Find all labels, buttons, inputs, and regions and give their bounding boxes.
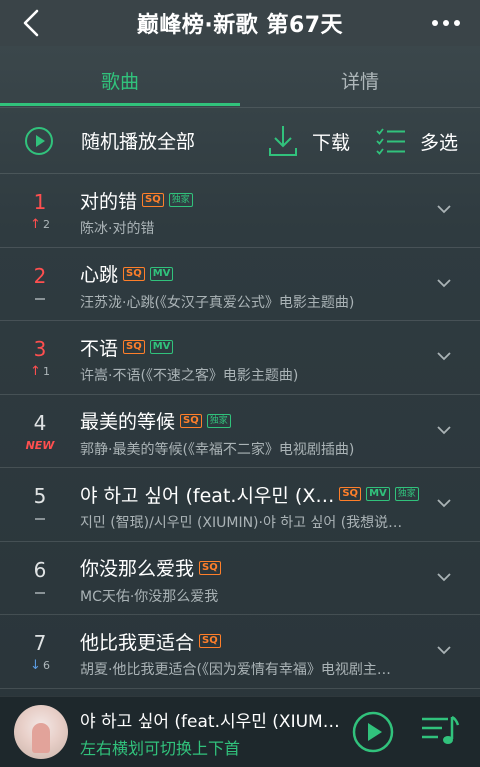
arrow-up-icon: ↑ bbox=[30, 217, 41, 232]
song-row[interactable]: 4 NEW 最美的等候 SQ 独家 郭静·最美的等候(《幸福不二家》电视剧插曲) bbox=[0, 395, 480, 468]
song-subtitle: 胡夏·他比我更适合(《因为爱情有幸福》电视剧主… bbox=[80, 662, 391, 678]
download-label: 下载 bbox=[312, 131, 351, 154]
song-rank: 1 bbox=[33, 190, 47, 214]
song-list: 1 ↑ 2 对的错 SQ 独家 陈冰·对的错 2 心跳 SQ MV 汪苏泷·心跳(… bbox=[0, 174, 480, 689]
song-title: 他比我更适合 bbox=[80, 631, 195, 654]
chevron-down-icon[interactable] bbox=[436, 495, 452, 511]
download-button[interactable]: 下载 bbox=[268, 121, 350, 161]
album-cover[interactable] bbox=[14, 705, 68, 759]
chevron-down-icon[interactable] bbox=[436, 642, 452, 658]
chevron-down-icon[interactable] bbox=[436, 201, 452, 217]
song-rank: 4 bbox=[33, 410, 47, 435]
mv-badge[interactable]: MV bbox=[366, 487, 390, 501]
top-bar: 巅峰榜·新歌 第67天 bbox=[0, 0, 480, 46]
song-rank: 7 bbox=[33, 631, 47, 655]
song-rank: 6 bbox=[33, 557, 47, 582]
song-subtitle: 陈冰·对的错 bbox=[80, 221, 155, 237]
sq-badge: SQ bbox=[180, 413, 202, 428]
playlist-icon[interactable] bbox=[420, 713, 460, 749]
exclusive-badge: 独家 bbox=[168, 193, 193, 207]
rank-trend bbox=[16, 291, 64, 307]
mini-player[interactable]: 야 하고 싶어 (feat.시우민 (XIUMIN)) 左右横划可切换上下首 bbox=[0, 696, 480, 767]
sq-badge: SQ bbox=[142, 193, 164, 207]
sq-badge: SQ bbox=[199, 634, 221, 648]
play-circle-icon bbox=[25, 126, 53, 155]
swipe-hint: 左右横划可切换上下首 bbox=[80, 739, 241, 758]
song-rank: 2 bbox=[33, 263, 47, 288]
tab-songs[interactable]: 歌曲 bbox=[0, 52, 240, 108]
song-subtitle: MC天佑·你没那么爱我 bbox=[80, 588, 219, 605]
song-row[interactable]: 7 ↓ 6 他比我更适合 SQ 胡夏·他比我更适合(《因为爱情有幸福》电视剧主… bbox=[0, 615, 480, 689]
page-title: 巅峰榜·新歌 第67天 bbox=[136, 13, 344, 38]
back-button[interactable] bbox=[16, 6, 46, 40]
more-dots-icon bbox=[432, 20, 460, 26]
song-rank: 5 bbox=[33, 484, 47, 508]
song-subtitle: 汪苏泷·心跳(《女汉子真爱公式》电影主题曲) bbox=[80, 294, 355, 311]
song-title: 最美的等候 bbox=[80, 411, 176, 433]
rank-trend: NEW bbox=[16, 438, 64, 454]
more-button[interactable] bbox=[430, 8, 462, 38]
play-all-label: 随机播放全部 bbox=[81, 131, 196, 153]
multi-select-button[interactable]: 多选 bbox=[376, 121, 458, 161]
song-title-line: 心跳 SQ MV bbox=[80, 261, 174, 287]
chevron-down-icon[interactable] bbox=[436, 275, 452, 291]
song-title-line: 你没那么爱我 SQ bbox=[80, 555, 221, 581]
chevron-down-icon[interactable] bbox=[436, 422, 452, 438]
cover-figure bbox=[32, 723, 50, 753]
sq-badge: SQ bbox=[199, 560, 221, 575]
no-change-icon bbox=[35, 518, 45, 520]
rank-trend bbox=[16, 585, 64, 601]
song-title: 你没那么爱我 bbox=[80, 558, 195, 580]
mv-badge[interactable]: MV bbox=[149, 266, 174, 281]
action-bar: 随机播放全部 下载 多选 bbox=[0, 108, 480, 174]
download-icon bbox=[269, 126, 297, 156]
song-title: 不语 bbox=[80, 337, 119, 360]
song-row[interactable]: 3 ↑ 1 不语 SQ MV 许嵩·不语(《不速之客》电影主题曲) bbox=[0, 321, 480, 395]
tab-bar: 歌曲 详情 bbox=[0, 52, 480, 108]
song-title-line: 他比我更适合 SQ bbox=[80, 628, 221, 654]
exclusive-badge: 独家 bbox=[206, 413, 231, 428]
no-change-icon bbox=[35, 591, 45, 594]
chevron-down-icon[interactable] bbox=[436, 348, 452, 364]
checklist-icon bbox=[376, 128, 405, 155]
new-badge: NEW bbox=[25, 438, 55, 452]
play-icon[interactable] bbox=[352, 711, 394, 753]
song-title: 야 하고 싶어 (feat.시우민 (X… bbox=[80, 484, 335, 507]
rank-trend bbox=[16, 511, 64, 527]
song-title: 心跳 bbox=[80, 264, 119, 286]
trend-change: 2 bbox=[42, 218, 50, 231]
rank-trend: ↑ 2 bbox=[16, 217, 64, 233]
rank-trend: ↑ 1 bbox=[16, 364, 64, 380]
song-subtitle: 许嵩·不语(《不速之客》电影主题曲) bbox=[80, 368, 299, 384]
song-row[interactable]: 6 你没那么爱我 SQ MC天佑·你没那么爱我 bbox=[0, 542, 480, 615]
song-subtitle: 지민 (智珉)/시우민 (XIUMIN)·야 하고 싶어 (我想说… bbox=[80, 515, 403, 531]
song-title: 对的错 bbox=[80, 190, 138, 213]
chevron-down-icon[interactable] bbox=[436, 569, 452, 585]
rank-trend: ↓ 6 bbox=[16, 658, 64, 674]
play-all-button[interactable]: 随机播放全部 bbox=[0, 108, 195, 173]
mv-badge[interactable]: MV bbox=[149, 340, 174, 354]
song-row[interactable]: 2 心跳 SQ MV 汪苏泷·心跳(《女汉子真爱公式》电影主题曲) bbox=[0, 248, 480, 321]
chevron-left-icon bbox=[23, 9, 39, 37]
sq-badge: SQ bbox=[339, 487, 362, 501]
no-change-icon bbox=[35, 297, 45, 300]
song-title-line: 最美的等候 SQ 独家 bbox=[80, 408, 231, 434]
trend-change: 6 bbox=[42, 659, 50, 672]
multi-select-label: 多选 bbox=[420, 131, 459, 154]
song-subtitle: 郭静·最美的等候(《幸福不二家》电视剧插曲) bbox=[80, 441, 355, 458]
sq-badge: SQ bbox=[123, 340, 145, 354]
arrow-up-icon: ↑ bbox=[30, 364, 41, 379]
arrow-down-icon: ↓ bbox=[30, 658, 41, 673]
song-title-line: 不语 SQ MV bbox=[80, 334, 174, 360]
tab-details[interactable]: 详情 bbox=[240, 52, 480, 108]
song-title-line: 야 하고 싶어 (feat.시우민 (X… SQ MV 独家 bbox=[80, 481, 419, 507]
sq-badge: SQ bbox=[123, 266, 145, 281]
song-row[interactable]: 1 ↑ 2 对的错 SQ 独家 陈冰·对的错 bbox=[0, 174, 480, 248]
trend-change: 1 bbox=[42, 365, 50, 378]
now-playing-title: 야 하고 싶어 (feat.시우민 (XIUMIN)) bbox=[80, 712, 340, 732]
song-row[interactable]: 5 야 하고 싶어 (feat.시우민 (X… SQ MV 独家 지민 (智珉)… bbox=[0, 468, 480, 542]
exclusive-badge: 独家 bbox=[394, 487, 419, 501]
song-rank: 3 bbox=[33, 337, 47, 361]
song-title-line: 对的错 SQ 独家 bbox=[80, 187, 193, 213]
